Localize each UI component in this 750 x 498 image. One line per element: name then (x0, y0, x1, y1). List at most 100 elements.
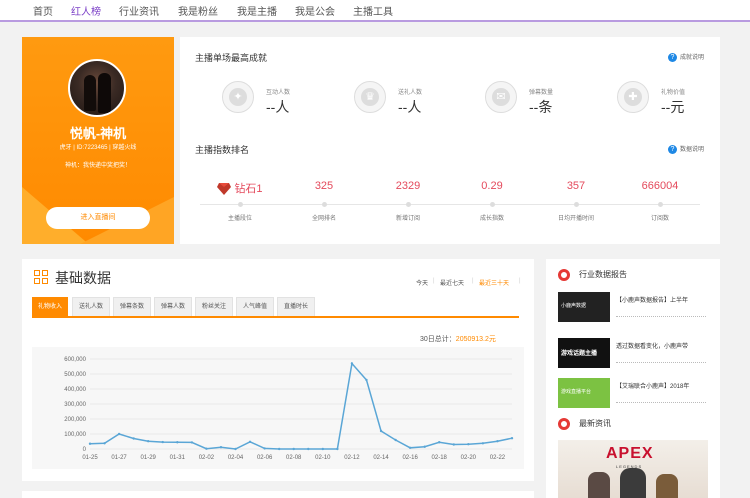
rank-label: 成长指数 (479, 216, 504, 222)
report-link[interactable]: 【小鹿声数据报告】上半年 (616, 297, 716, 306)
rank-value: 2329 (395, 180, 421, 192)
nav-item-red-list[interactable]: 红人榜 (71, 3, 101, 18)
x-tick-label: 02-04 (228, 455, 244, 461)
medal-icon: ✦ (222, 81, 254, 113)
data-point (350, 362, 354, 365)
rank-dot (238, 202, 243, 207)
ranking-title: 主播指数排名 (195, 145, 250, 155)
x-tick-label: 02-02 (199, 455, 215, 461)
y-tick-label: 0 (83, 447, 87, 453)
right-sidebar: 行业数据报告 小鹿声数据 【小鹿声数据报告】上半年 游戏话题主播 透过数据看变化… (546, 259, 720, 498)
data-point (132, 437, 135, 440)
apex-logo: APEX (606, 445, 654, 462)
anchor-slogan: 神机：我快递中奖把奖！ (64, 163, 131, 169)
range-7-days[interactable]: 最近七天 (440, 278, 464, 287)
x-tick-label: 01-27 (111, 455, 127, 461)
y-tick-label: 600,000 (64, 357, 86, 363)
rank-value: 325 (314, 180, 334, 192)
data-point (365, 378, 368, 382)
nav-item-home[interactable]: 首页 (33, 3, 53, 18)
rank-label: 全网排名 (311, 216, 336, 222)
basic-data-title: 基础数据 (55, 270, 111, 286)
x-tick-label: 02-22 (490, 455, 506, 461)
x-tick-label: 02-16 (402, 455, 418, 461)
grid-icon (34, 270, 48, 284)
diamond-icon (217, 183, 232, 196)
ranking-help-link[interactable]: ? 数据说明 (668, 144, 704, 154)
data-point (234, 447, 237, 451)
profile-card: 悦帆-神机 虎牙 | ID:7223465 | 穿越火线 神机：我快递中奖把奖！… (22, 37, 174, 244)
report-thumbnail[interactable]: 游戏话题主播 (558, 338, 610, 368)
rank-dot (658, 202, 663, 207)
x-tick-label: 02-10 (315, 455, 331, 461)
data-point (379, 429, 383, 433)
rank-label: 订阅数 (650, 216, 669, 222)
rank-divider (200, 204, 700, 205)
gift-icon: ✚ (617, 81, 649, 113)
y-tick-label: 100,000 (64, 432, 86, 438)
report-thumbnail[interactable]: 小鹿声数据 (558, 292, 610, 322)
data-point (510, 437, 514, 440)
x-tick-label: 01-25 (82, 455, 98, 461)
report-thumbnail[interactable]: 游戏直播平台 (558, 378, 610, 408)
x-tick-label: 02-14 (373, 455, 389, 461)
x-tick-label: 02-20 (461, 455, 477, 461)
data-point (481, 442, 485, 445)
nav-item-industry-news[interactable]: 行业资讯 (119, 3, 159, 18)
data-point (248, 440, 252, 443)
rank-dot (322, 202, 327, 207)
tab-danmaku-count[interactable]: 弹幕条数 (113, 297, 151, 316)
nav-item-anchor[interactable]: 我是主播 (237, 3, 277, 18)
tab-peak-popularity[interactable]: 人气峰值 (236, 297, 274, 316)
x-tick-label: 01-31 (170, 455, 186, 461)
rank-label: 日均开播时间 (557, 216, 594, 222)
tab-live-duration[interactable]: 直播时长 (277, 297, 315, 316)
tab-danmaku-users[interactable]: 弹幕人数 (154, 297, 192, 316)
top-nav: 首页 红人榜 行业资讯 我是粉丝 我是主播 我是公会 主播工具 (0, 0, 750, 22)
rank-dot (406, 202, 411, 207)
enter-live-room-button[interactable]: 进入直播间 (46, 207, 150, 229)
rank-value: 钻石1 (200, 180, 280, 196)
data-point (263, 447, 266, 450)
nav-item-anchor-tools[interactable]: 主播工具 (353, 3, 393, 18)
data-point (117, 432, 121, 436)
series-line (89, 361, 513, 450)
news-image-apex[interactable]: APEX LEGENDS (558, 440, 708, 498)
x-tick-label: 01-29 (141, 455, 157, 461)
rank-dot (490, 202, 495, 207)
anchor-name: 悦帆-神机 (69, 126, 127, 141)
rank-value: 357 (566, 180, 586, 192)
x-tick-label: 02-12 (344, 455, 360, 461)
rank-label: 新增订阅 (395, 216, 420, 222)
y-tick-label: 200,000 (64, 417, 86, 423)
report-link[interactable]: 【艾瑞联合小鹿声】2018年 (616, 383, 716, 392)
data-point (452, 443, 455, 446)
rank-label: 主播段位 (227, 216, 252, 222)
record-dot-icon (558, 418, 570, 430)
total-30-days: 30日总计：2050913.2元 (420, 336, 496, 343)
tab-gift-income[interactable]: 礼物收入 (32, 297, 68, 316)
report-link[interactable]: 透过数据看变化，小鹿声带 (616, 343, 716, 352)
stats-panel: 主播单场最高成就 ? 成就说明 ✦ 互动人数 --人 ♛ 送礼人数 --人 ✉ 弹… (180, 37, 720, 244)
tab-gift-senders[interactable]: 送礼人数 (72, 297, 110, 316)
basic-data-panel: 基础数据 今天 | 最近七天 | 最近三十天 | 礼物收入 送礼人数 弹幕条数 … (22, 259, 534, 481)
rank-dot (574, 202, 579, 207)
data-point (190, 441, 194, 444)
range-today[interactable]: 今天 (416, 278, 428, 287)
data-point (219, 446, 223, 449)
nav-item-guild[interactable]: 我是公会 (295, 3, 335, 18)
bottom-panel-edge (22, 491, 534, 498)
data-point (88, 442, 92, 445)
data-point (292, 447, 295, 451)
data-point (147, 440, 150, 443)
record-dot-icon (558, 269, 570, 281)
achievements-help-link[interactable]: ? 成就说明 (668, 52, 704, 62)
tab-fan-follows[interactable]: 粉丝关注 (195, 297, 233, 316)
data-point (161, 440, 164, 444)
range-30-days[interactable]: 最近三十天 (479, 278, 509, 287)
nav-item-fans[interactable]: 我是粉丝 (178, 3, 218, 18)
data-point (321, 447, 325, 451)
rank-value: 0.29 (481, 180, 503, 192)
industry-report-header: 行业数据报告 (558, 269, 627, 281)
danmaku-icon: ✉ (485, 81, 517, 113)
